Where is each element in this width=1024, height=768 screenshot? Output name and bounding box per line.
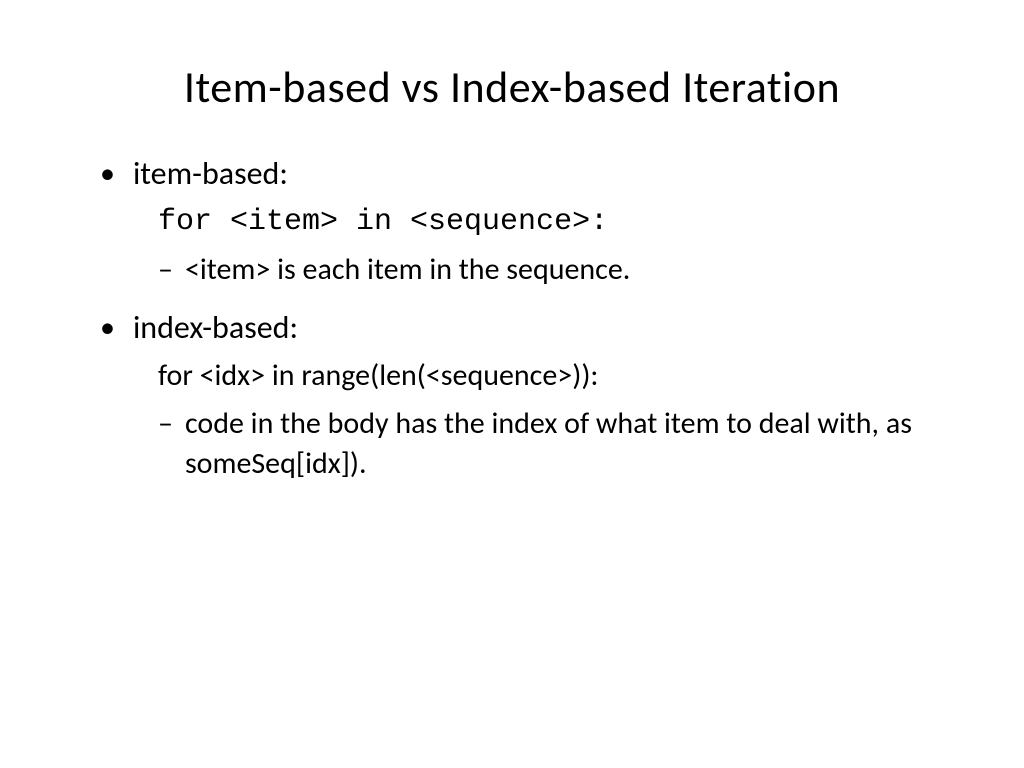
dash-marker: –	[158, 404, 173, 444]
sub-text-1: <item> is each item in the sequence.	[185, 250, 630, 290]
bullet-marker: •	[100, 308, 115, 348]
dash-marker: –	[158, 250, 173, 290]
bullet-item-1: • item-based:	[100, 154, 944, 194]
bullet-item-2: • index-based:	[100, 308, 944, 348]
bullet-label-1: item-based:	[133, 154, 288, 194]
sub-bullet-1: – <item> is each item in the sequence.	[158, 250, 944, 290]
slide-content: • item-based: for <item> in <sequence>: …	[80, 154, 944, 484]
code-item-based: for <item> in <sequence>:	[158, 202, 944, 242]
bullet-marker: •	[100, 154, 115, 194]
code-index-based: for <idx> in range(len(<sequence>)):	[158, 356, 944, 396]
bullet-label-2: index-based:	[133, 308, 298, 348]
sub-bullet-2: – code in the body has the index of what…	[158, 404, 944, 484]
sub-text-2: code in the body has the index of what i…	[185, 404, 944, 484]
slide-title: Item-based vs Index-based Iteration	[80, 60, 944, 114]
